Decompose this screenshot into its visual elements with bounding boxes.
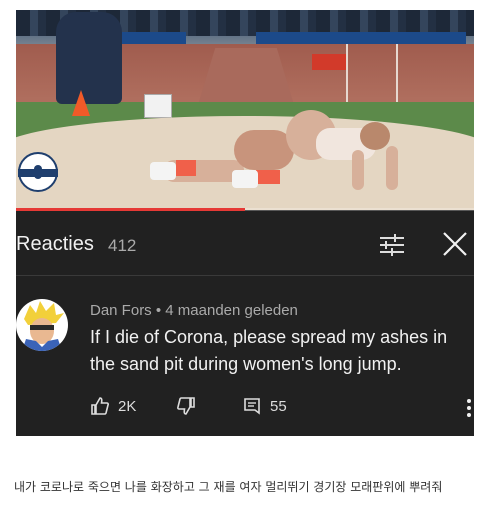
cone [72, 90, 90, 116]
comments-count: 412 [108, 236, 137, 255]
comment-time: 4 maanden geleden [165, 302, 298, 319]
dislike-button[interactable] [176, 396, 196, 416]
youtube-screenshot: Reacties 412 Dan Fors • 4 maanden gelede… [16, 10, 474, 436]
athlete-head [360, 122, 390, 150]
thumbs-down-icon [177, 397, 195, 415]
close-icon[interactable] [442, 231, 468, 257]
channel-watermark-logo [18, 152, 58, 192]
athlete-arm [386, 146, 398, 190]
reply-count: 55 [270, 397, 287, 415]
athlete-arm [352, 150, 364, 190]
ad-board [256, 32, 466, 44]
red-box [312, 54, 346, 70]
comment-meta: Dan Fors • 4 maanden geleden [90, 302, 298, 319]
athlete-body [234, 130, 294, 170]
comments-header: Reacties 412 [16, 211, 474, 276]
shoe [150, 162, 176, 180]
like-button[interactable]: 2K [90, 396, 136, 416]
more-vertical-icon[interactable] [466, 398, 472, 418]
sock [176, 160, 196, 176]
comment-icon [244, 398, 260, 415]
shoe [232, 170, 258, 188]
thumbs-up-icon [91, 397, 109, 415]
marker-sign [144, 94, 172, 118]
sock [256, 170, 280, 184]
like-count: 2K [118, 397, 137, 415]
meta-separator: • [155, 302, 166, 319]
reply-button[interactable]: 55 [242, 396, 287, 416]
avatar[interactable] [16, 299, 68, 351]
sort-icon[interactable] [378, 233, 406, 257]
comment-author[interactable]: Dan Fors [90, 302, 152, 319]
comments-title: Reacties [16, 233, 94, 255]
comment-actions: 2K 55 [90, 396, 474, 420]
caption-text: 내가 코로나로 죽으면 나를 화장하고 그 재를 여자 멀리뛰기 경기장 모래판… [14, 480, 443, 494]
video-frame[interactable] [16, 10, 474, 210]
comment-text: If I die of Corona, please spread my ash… [90, 327, 448, 374]
